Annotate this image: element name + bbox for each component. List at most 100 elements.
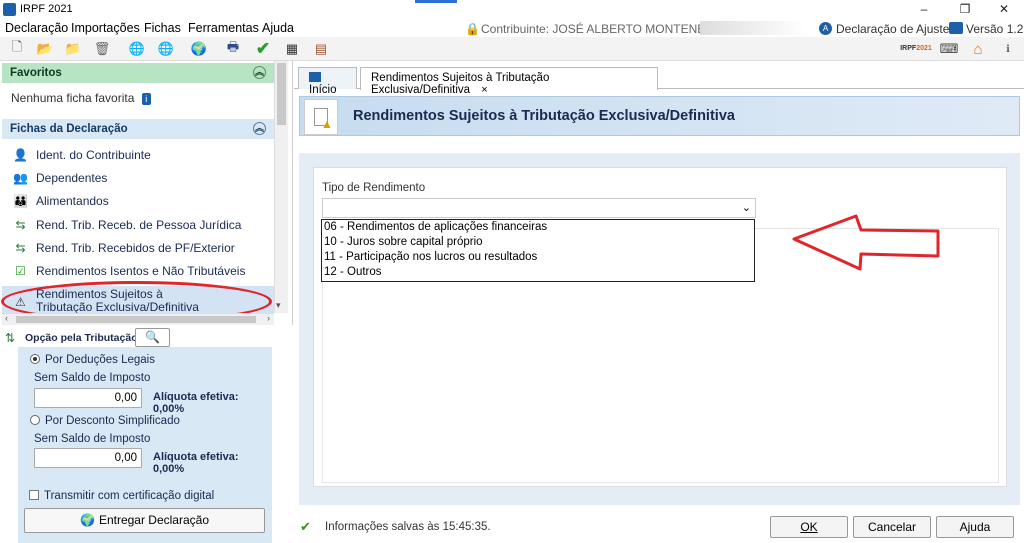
sidebar-item-rend-pf[interactable]: ⇆ Rend. Trib. Recebidos de PF/Exterior <box>12 237 235 259</box>
hscroll-thumb[interactable] <box>16 316 256 323</box>
transmit-icon[interactable]: 🌍 <box>190 40 208 58</box>
maximize-button[interactable]: ❐ <box>945 0 985 19</box>
fichas-header[interactable]: Fichas da Declaração ︽ <box>2 119 274 139</box>
version-label: Versão 1.2 <box>966 22 1024 36</box>
version-icon <box>949 22 963 34</box>
horizontal-scrollbar[interactable]: ‹ › <box>2 313 274 325</box>
sidebar-item-dependentes[interactable]: 👥 Dependentes <box>12 167 107 189</box>
favoritos-title: Favoritos <box>10 67 62 79</box>
saved-check-icon: ✔ <box>300 519 311 534</box>
redacted-cpf <box>700 21 805 35</box>
favoritos-header[interactable]: Favoritos ︽ <box>2 63 274 83</box>
globe-export-icon[interactable]: 🌐 <box>157 40 175 58</box>
new-file-icon[interactable]: 🗋 <box>8 39 26 58</box>
sem-saldo-2: Sem Saldo de Imposto <box>34 433 151 445</box>
opcao-tributacao-panel: ⇅ Opção pela Tributação: 🔍 Por Deduções … <box>0 325 293 543</box>
menu-ajuda[interactable]: Ajuda <box>262 21 294 35</box>
opcao-title: Opção pela Tributação: <box>25 332 142 344</box>
menu-ferramentas[interactable]: Ferramentas <box>188 21 259 35</box>
entregar-button[interactable]: 🌍 Entregar Declaração <box>24 508 265 533</box>
radio-deducoes[interactable]: Por Deduções Legais <box>30 354 155 366</box>
valor-2-field: 0,00 <box>34 448 142 468</box>
home-tab-icon <box>309 72 321 82</box>
sidebar-item-isentos[interactable]: ☑ Rendimentos Isentos e Não Tributáveis <box>12 260 245 282</box>
tax-option-icon: ⇅ <box>5 331 16 345</box>
warning-doc-icon: ▲ <box>304 99 338 135</box>
keyboard-icon[interactable]: ⌨ <box>940 40 959 58</box>
menu-bar: Declaração Importações Fichas Ferramenta… <box>0 19 1024 37</box>
print-icon[interactable]: 🖶 <box>224 39 242 58</box>
folder-icon[interactable]: 📁 <box>64 40 82 58</box>
search-button[interactable]: 🔍 <box>135 328 170 347</box>
dependents-icon: 👥 <box>13 171 28 185</box>
list-item[interactable]: 10 - Juros sobre capital próprio <box>322 235 754 250</box>
globe-import-icon[interactable]: 🌐 <box>128 40 146 58</box>
sidebar-item-rend-pj[interactable]: ⇆ Rend. Trib. Receb. de Pessoa Jurídica <box>12 214 241 236</box>
sidebar-item-label: Rend. Trib. Receb. de Pessoa Jurídica <box>36 218 242 232</box>
chevron-up-icon[interactable]: ︽ <box>253 66 266 79</box>
alimentandos-icon: 👪 <box>13 194 28 208</box>
receipt-icon[interactable]: ▤ <box>312 40 330 58</box>
tab-rendimentos-exclusiva[interactable]: Rendimentos Sujeitos à Tributação Exclus… <box>360 67 658 96</box>
chevron-down-icon[interactable]: ⌄ <box>742 201 751 214</box>
app-icon <box>3 3 16 16</box>
menu-declaracao[interactable]: Declaração <box>5 21 68 35</box>
taskbar-highlight <box>415 0 457 3</box>
search-icon: 🔍 <box>145 330 160 344</box>
open-folder-icon[interactable]: 📂 <box>36 40 54 58</box>
irpf-logo-icon[interactable]: IRPF 2021 <box>900 40 932 58</box>
list-item[interactable]: 06 - Rendimentos de aplicações financeir… <box>322 220 754 235</box>
page-banner: ▲ Rendimentos Sujeitos à Tributação Excl… <box>299 96 1020 136</box>
toolbar: 🗋 📂 📁 🗑 🌐 🌐 🌍 🖶 ✔ ▦ ▤ IRPF 2021 ⌨ ⌂ ℹ <box>0 37 1024 61</box>
chevron-up-icon[interactable]: ︽ <box>253 122 266 135</box>
close-tab-icon[interactable]: × <box>481 84 487 96</box>
transmitir-checkbox[interactable]: Transmitir com certificação digital <box>29 490 214 502</box>
check-icon[interactable]: ✔ <box>254 39 272 58</box>
scroll-right-icon[interactable]: › <box>267 313 270 323</box>
tipo-rendimento-dropdown[interactable]: 06 - Rendimentos de aplicações financeir… <box>321 219 755 282</box>
tab-strip: Início Rendimentos Sujeitos à Tributação… <box>294 67 1024 96</box>
ok-button[interactable]: OK <box>770 516 848 538</box>
income-pf-icon: ⇆ <box>15 241 26 255</box>
sidebar-item-alimentandos[interactable]: 👪 Alimentandos <box>12 190 109 212</box>
status-text: Informações salvas às 15:45:35. <box>325 521 491 533</box>
valor-1-field: 0,00 <box>34 388 142 408</box>
declaracao-ajuste-label: Declaração de Ajuste <box>836 22 950 36</box>
sidebar-item-label: Rend. Trib. Recebidos de PF/Exterior <box>36 241 235 255</box>
help-button[interactable]: Ajuda <box>936 516 1014 538</box>
aliquota-2: Alíquota efetiva: 0,00% <box>153 451 239 475</box>
transmit-icon: 🌍 <box>79 513 95 527</box>
menu-fichas[interactable]: Fichas <box>144 21 181 35</box>
info-icon: i <box>141 93 151 105</box>
home-icon[interactable]: ⌂ <box>969 40 987 58</box>
sidebar-item-label: Dependentes <box>36 171 108 185</box>
minimize-button[interactable]: – <box>904 0 944 19</box>
tipo-rendimento-select[interactable]: ⌄ <box>322 198 756 218</box>
title-bar: IRPF 2021 – ❐ ✕ <box>0 0 1024 19</box>
annotation-arrow <box>792 214 940 271</box>
favoritos-empty-label: Nenhuma ficha favorita i <box>11 91 151 105</box>
income-pj-icon: ⇆ <box>15 218 26 232</box>
page-title: Rendimentos Sujeitos à Tributação Exclus… <box>353 108 735 124</box>
list-item[interactable]: 11 - Participação nos lucros ou resultad… <box>322 250 754 265</box>
radio-simplificado[interactable]: Por Desconto Simplificado <box>30 415 180 427</box>
sem-saldo-1: Sem Saldo de Imposto <box>34 372 151 384</box>
close-button[interactable]: ✕ <box>984 0 1024 19</box>
tab-inicio[interactable]: Início <box>298 67 357 96</box>
scroll-left-icon[interactable]: ‹ <box>5 313 8 323</box>
tipo-rendimento-label: Tipo de Rendimento <box>322 182 426 194</box>
menu-importacoes[interactable]: Importações <box>71 21 140 35</box>
scroll-down-icon[interactable]: ▾ <box>276 300 281 311</box>
lock-icon: 🔒 <box>465 22 480 36</box>
sidebar-item-ident[interactable]: 👤 Ident. do Contribuinte <box>12 144 151 166</box>
vertical-scrollbar[interactable]: ▾ <box>274 61 288 313</box>
scroll-thumb[interactable] <box>277 63 286 125</box>
trash-icon[interactable]: 🗑 <box>93 40 111 58</box>
list-item[interactable]: 12 - Outros <box>322 265 754 280</box>
window-title: IRPF 2021 <box>20 3 73 15</box>
help-manual-icon[interactable]: ℹ <box>999 40 1017 58</box>
sidebar-item-label: Ident. do Contribuinte <box>36 148 151 162</box>
sidebar-item-label: Alimentandos <box>36 194 109 208</box>
calculator-icon[interactable]: ▦ <box>283 40 301 58</box>
cancel-button[interactable]: Cancelar <box>853 516 931 538</box>
